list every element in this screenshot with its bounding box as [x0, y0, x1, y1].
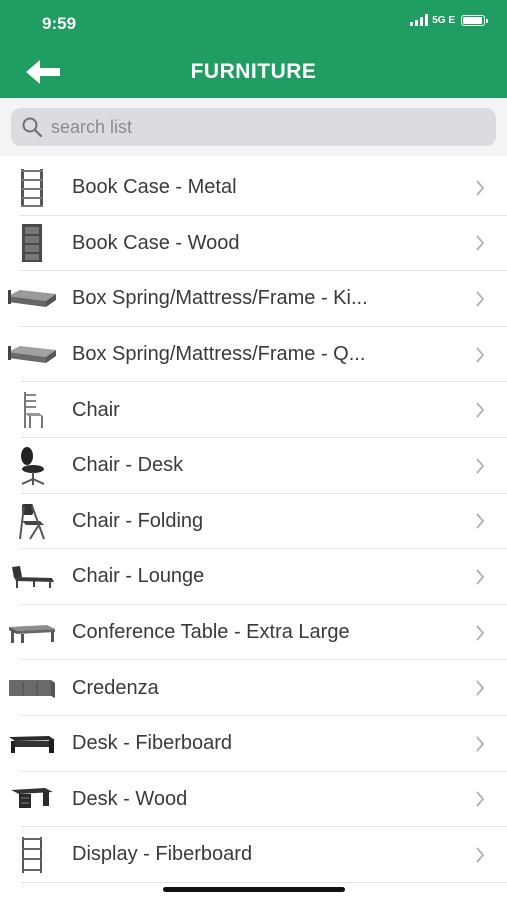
chair-icon	[6, 388, 58, 432]
list-item-label: Box Spring/Mattress/Frame - Q...	[72, 343, 366, 366]
credenza-icon	[6, 666, 58, 710]
chevron-right-icon	[476, 791, 485, 807]
list-item[interactable]: Chair - Folding	[0, 494, 507, 550]
chevron-right-icon	[476, 569, 485, 585]
list-item-label: Chair	[72, 398, 120, 421]
status-bar: 9:59 5G E	[0, 0, 507, 46]
list-item[interactable]: Chair	[0, 382, 507, 438]
list-item-label: Chair - Lounge	[72, 565, 205, 588]
home-indicator[interactable]	[163, 887, 345, 892]
network-type: 5G E	[432, 14, 455, 26]
search-bar	[0, 98, 507, 156]
list-item[interactable]: Box Spring/Mattress/Frame - Ki...	[0, 271, 507, 327]
bookcase-metal-icon	[6, 166, 58, 210]
bed-king-icon	[6, 277, 58, 321]
chevron-right-icon	[476, 680, 485, 696]
chevron-right-icon	[476, 235, 485, 251]
list-item[interactable]: Chair - Lounge	[0, 549, 507, 605]
chevron-right-icon	[476, 291, 485, 307]
furniture-list: Book Case - Metal Book Case - Wood Box S…	[0, 160, 507, 883]
list-item-label: Display - Fiberboard	[72, 843, 253, 866]
list-item-label: Desk - Wood	[72, 787, 188, 810]
list-item-label: Desk - Fiberboard	[72, 732, 233, 755]
list-item-label: Chair - Desk	[72, 454, 184, 477]
list-item[interactable]: Book Case - Metal	[0, 160, 507, 216]
status-time: 9:59	[42, 14, 77, 33]
page-title: FURNITURE	[190, 60, 317, 83]
nav-bar: FURNITURE	[0, 46, 507, 98]
bookcase-wood-icon	[6, 221, 58, 265]
chevron-right-icon	[476, 513, 485, 529]
desk-wood-icon	[6, 777, 58, 821]
chevron-right-icon	[476, 736, 485, 752]
status-indicators: 5G E	[410, 14, 488, 26]
list-item[interactable]: Display - Fiberboard	[0, 827, 507, 883]
list-item[interactable]: Box Spring/Mattress/Frame - Q...	[0, 327, 507, 383]
chevron-right-icon	[476, 624, 485, 641]
chevron-right-icon	[476, 458, 485, 474]
list-item[interactable]: Desk - Fiberboard	[0, 716, 507, 772]
folding-chair-icon	[6, 499, 58, 543]
search-box[interactable]	[11, 108, 496, 146]
chevron-right-icon	[476, 346, 485, 363]
desk-fiberboard-icon	[6, 722, 58, 766]
list-item[interactable]: Conference Table - Extra Large	[0, 605, 507, 661]
display-fiberboard-icon	[6, 833, 58, 877]
list-item-label: Book Case - Wood	[72, 231, 240, 254]
battery-icon	[461, 14, 488, 26]
list-item[interactable]: Book Case - Wood	[0, 216, 507, 272]
list-item[interactable]: Credenza	[0, 660, 507, 716]
list-item-label: Box Spring/Mattress/Frame - Ki...	[72, 287, 368, 310]
list-item[interactable]: Chair - Desk	[0, 438, 507, 494]
list-item-label: Conference Table - Extra Large	[72, 621, 350, 644]
search-icon	[22, 117, 43, 138]
list-item[interactable]: Desk - Wood	[0, 772, 507, 828]
conference-table-icon	[6, 611, 58, 655]
chevron-right-icon	[476, 402, 485, 418]
signal-icon	[410, 14, 429, 26]
list-item-label: Book Case - Metal	[72, 176, 237, 199]
list-item-label: Credenza	[72, 676, 159, 699]
list-item-label: Chair - Folding	[72, 509, 204, 532]
bed-queen-icon	[6, 333, 58, 377]
chevron-right-icon	[476, 847, 485, 863]
lounge-chair-icon	[6, 555, 58, 599]
chevron-right-icon	[476, 180, 485, 196]
desk-chair-icon	[6, 444, 58, 488]
search-input[interactable]	[49, 115, 473, 139]
